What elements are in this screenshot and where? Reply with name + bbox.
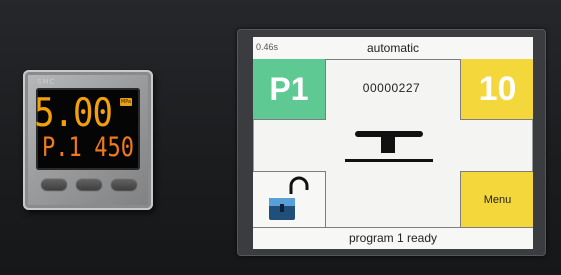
gauge-key-right[interactable] — [111, 178, 137, 190]
press-icon — [345, 131, 433, 162]
operating-mode: automatic — [366, 41, 420, 55]
gauge-key-left[interactable] — [41, 178, 67, 190]
cycle-counter: 00000227 — [362, 81, 421, 95]
gauge-main-value: 5.00 — [34, 90, 113, 137]
gauge-key-middle[interactable] — [76, 178, 102, 190]
hmi-top-bar: 0.46s automatic — [253, 37, 533, 60]
program-button[interactable]: P1 — [253, 59, 326, 120]
gauge-keypad — [41, 178, 137, 192]
gauge-program-label: P.1 — [42, 133, 82, 164]
gauge-sub-value: 450 — [94, 133, 134, 164]
unlock-button[interactable] — [253, 171, 326, 228]
menu-button[interactable]: Menu — [460, 171, 533, 228]
unlock-icon — [269, 176, 309, 220]
count-button[interactable]: 10 — [460, 59, 533, 120]
status-bar: program 1 ready — [253, 227, 533, 249]
hmi-screen: 0.46s automatic P1 00000227 10 Menu prog… — [253, 37, 533, 249]
pressure-gauge: SMC 5.00 MPa P.1 450 — [23, 70, 153, 210]
gauge-unit-badge: MPa — [120, 98, 132, 106]
gauge-brand: SMC — [37, 78, 56, 86]
gauge-display: 5.00 MPa P.1 450 — [34, 88, 140, 170]
